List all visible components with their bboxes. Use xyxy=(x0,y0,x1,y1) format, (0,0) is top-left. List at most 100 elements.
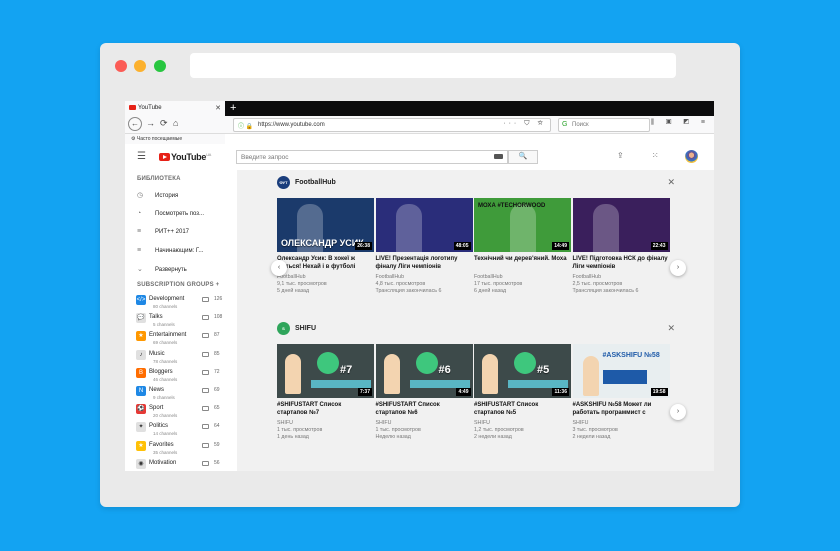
video-thumbnail[interactable]: МОХА #TECHORWOOD 14:49 xyxy=(474,198,571,252)
logo-text: YouTube xyxy=(171,152,207,162)
video-title[interactable]: LIVE! Презентація логотипу фіналу Ліги ч… xyxy=(376,255,472,271)
maximize-dot[interactable] xyxy=(154,60,166,72)
video-title[interactable]: #SHIFUSTART Список стартапов №7 xyxy=(277,401,373,417)
video-title[interactable]: #SHIFUSTART Список стартапов №5 xyxy=(474,401,570,417)
sidebar-item-group[interactable]: ◉ Motivation 56 xyxy=(136,458,231,471)
menu-icon[interactable]: ☰ xyxy=(137,151,146,162)
page-actions-icon[interactable]: ··· ⛉ ☆ xyxy=(503,120,546,128)
video-title[interactable]: #ASKSHIFU №58 Может ли работать программ… xyxy=(573,401,669,417)
browser-search-input[interactable]: G Поиск xyxy=(558,118,650,132)
sidebar-item-library[interactable]: ≡ Начинающим: Г... xyxy=(137,247,203,254)
video-thumbnail[interactable]: 48:05 xyxy=(375,198,473,252)
video-thumbnail[interactable]: #ASKSHIFU №58 19:58 xyxy=(572,344,670,398)
close-dot[interactable] xyxy=(115,60,127,72)
youtube-search-input[interactable]: Введите запрос xyxy=(236,150,508,164)
sidebar-item-group[interactable]: ★ Entertainment 69 channels 87 xyxy=(136,331,231,347)
library-item-icon: ◔ xyxy=(137,209,142,217)
library-sidebar-menu-icon[interactable]: ⫼ ▣ ◩ ≡ xyxy=(651,119,710,127)
group-icon: ◉ xyxy=(136,458,146,469)
tab-youtube[interactable]: YouTube ✕ xyxy=(125,101,225,116)
channel-name[interactable]: FootballHub xyxy=(295,179,336,186)
sidebar-item-group[interactable]: B Bloggers 46 channels 72 xyxy=(136,367,231,384)
group-channel-count: 78 channels xyxy=(153,358,178,364)
video-title[interactable]: LIVE! Підготовка НСК до фіналу Ліги чемп… xyxy=(573,255,669,271)
close-icon[interactable]: ✕ xyxy=(667,177,675,188)
mockup-address-bar[interactable] xyxy=(190,53,676,78)
video-title[interactable]: Олександр Усик: В хокеї ж бються! Нехай … xyxy=(277,255,373,271)
sidebar-item-library[interactable]: ≡ РИТ++ 2017 xyxy=(137,228,189,235)
video-age: 6 дней назад xyxy=(474,288,507,294)
sidebar-item-group[interactable]: N News 9 channels 69 xyxy=(136,386,231,402)
thumb-overlay-text: #ASKSHIFU №58 xyxy=(602,352,660,359)
keyboard-icon[interactable] xyxy=(494,154,503,159)
sidebar-item-group[interactable]: ⚽ Sport 20 channels 65 xyxy=(136,404,231,420)
tv-icon xyxy=(202,297,209,302)
close-icon[interactable]: ✕ xyxy=(667,323,675,334)
sidebar-item-group[interactable]: </> Development 80 channels 126 xyxy=(136,295,231,311)
home-button[interactable]: ⌂ xyxy=(173,118,178,128)
video-title[interactable]: Технічний чи дерев'яний. Моха xyxy=(474,255,570,263)
channel-avatar[interactable]: S xyxy=(277,322,290,335)
tab-close-icon[interactable]: ✕ xyxy=(215,104,221,112)
video-channel[interactable]: FootballHub xyxy=(573,274,669,281)
tab-title: YouTube xyxy=(138,105,162,111)
reload-button[interactable]: ⟳ xyxy=(160,118,168,129)
video-views: 17 тыс. просмотров xyxy=(474,281,523,287)
sidebar-item-group[interactable]: 💬 Talks 5 channels 108 xyxy=(136,313,231,329)
person-illustration xyxy=(285,354,301,394)
video-card[interactable]: 22:43 LIVE! Підготовка НСК до фіналу Ліги… xyxy=(572,198,670,306)
video-card[interactable]: #ASKSHIFU №58 19:58 #ASKSHIFU №58 Может ли… xyxy=(572,344,670,452)
sidebar-item-library[interactable]: ◔ Посмотреть поз... xyxy=(137,210,204,217)
search-button[interactable]: 🔍 xyxy=(508,150,538,164)
video-thumbnail[interactable]: 22:43 xyxy=(572,198,670,252)
video-duration: 48:05 xyxy=(453,242,471,250)
group-channel-count: 35 channels xyxy=(153,449,178,455)
url-bar[interactable]: ⓘ 🔒 https://www.youtube.com ··· ⛉ ☆ xyxy=(233,118,551,132)
video-channel[interactable]: FootballHub xyxy=(474,274,570,281)
shelf-next-arrow[interactable]: › xyxy=(670,260,686,276)
video-channel[interactable]: SHIFU xyxy=(474,420,570,427)
sidebar-item-group[interactable]: ★ Favorites 35 channels 59 xyxy=(136,440,231,457)
lock-icon[interactable]: ⓘ 🔒 xyxy=(238,121,253,130)
sidebar-item-library[interactable]: ⌄ Развернуть xyxy=(137,265,187,273)
subscription-groups-heading[interactable]: SUBSCRIPTION GROUPS + xyxy=(137,282,219,288)
shelf-prev-arrow[interactable]: ‹ xyxy=(271,260,287,276)
video-age: 1 день назад xyxy=(277,434,309,440)
video-card[interactable]: МОХА #TECHORWOOD 14:49 Технічний чи дерев'… xyxy=(474,198,571,306)
video-title[interactable]: #SHIFUSTART Список стартапов №6 xyxy=(376,401,472,417)
video-card[interactable]: #6 4:49 #SHIFUSTART Список стартапов №6 SHI… xyxy=(375,344,473,452)
video-channel[interactable]: SHIFU xyxy=(277,420,373,427)
video-thumbnail[interactable]: #5 11:36 xyxy=(474,344,571,398)
group-name: Sport xyxy=(149,405,164,412)
video-card[interactable]: #5 11:36 #SHIFUSTART Список стартапов №5 SH… xyxy=(474,344,571,452)
new-tab-button[interactable]: + xyxy=(230,101,236,115)
minimize-dot[interactable] xyxy=(134,60,146,72)
avatar[interactable] xyxy=(685,150,698,163)
sidebar-item-group[interactable]: ♪ Music 78 channels 85 xyxy=(136,349,231,366)
video-duration: 7:37 xyxy=(357,388,372,396)
shelf-next-arrow[interactable]: › xyxy=(670,404,686,420)
sidebar-item-group[interactable]: ✦ Politics 14 channels 64 xyxy=(136,422,231,438)
video-channel[interactable]: SHIFU xyxy=(573,420,669,427)
video-thumbnail[interactable]: #6 4:49 xyxy=(375,344,473,398)
youtube-logo[interactable]: YouTubeUA xyxy=(159,152,211,162)
video-card[interactable]: #7 7:37 #SHIFUSTART Список стартапов №7 SHI… xyxy=(277,344,374,452)
channel-name[interactable]: SHIFU xyxy=(295,325,316,332)
sidebar-item-library[interactable]: ◷ История xyxy=(137,191,178,199)
video-thumbnail[interactable]: ОЛЕКСАНДР УСИК 26:38 xyxy=(277,198,374,252)
video-age: Трансляция закончилась 6 xyxy=(572,288,639,294)
group-video-count: 87 xyxy=(214,332,220,339)
video-thumbnail[interactable]: #7 7:37 xyxy=(277,344,374,398)
bookmark-most-visited[interactable]: ⚙ Часто посещаемые xyxy=(125,134,225,144)
video-channel[interactable]: FootballHub xyxy=(277,274,373,281)
forward-button[interactable]: → xyxy=(146,118,155,128)
video-channel[interactable]: FootballHub xyxy=(376,274,472,281)
back-button[interactable]: ← xyxy=(128,117,142,131)
library-item-icon: ≡ xyxy=(137,228,142,235)
channel-shelf: ФУТ FootballHub ✕ ОЛЕКСАНДР УСИК 26:38 Олекса… xyxy=(277,176,677,316)
video-channel[interactable]: SHIFU xyxy=(376,420,472,427)
thumb-overlay-text: #5 xyxy=(537,364,550,376)
video-card[interactable]: 48:05 LIVE! Презентація логотипу фіналу Л… xyxy=(375,198,473,306)
video-card[interactable]: ОЛЕКСАНДР УСИК 26:38 Олександр Усик: В хок… xyxy=(277,198,374,306)
channel-avatar[interactable]: ФУТ xyxy=(277,176,290,189)
